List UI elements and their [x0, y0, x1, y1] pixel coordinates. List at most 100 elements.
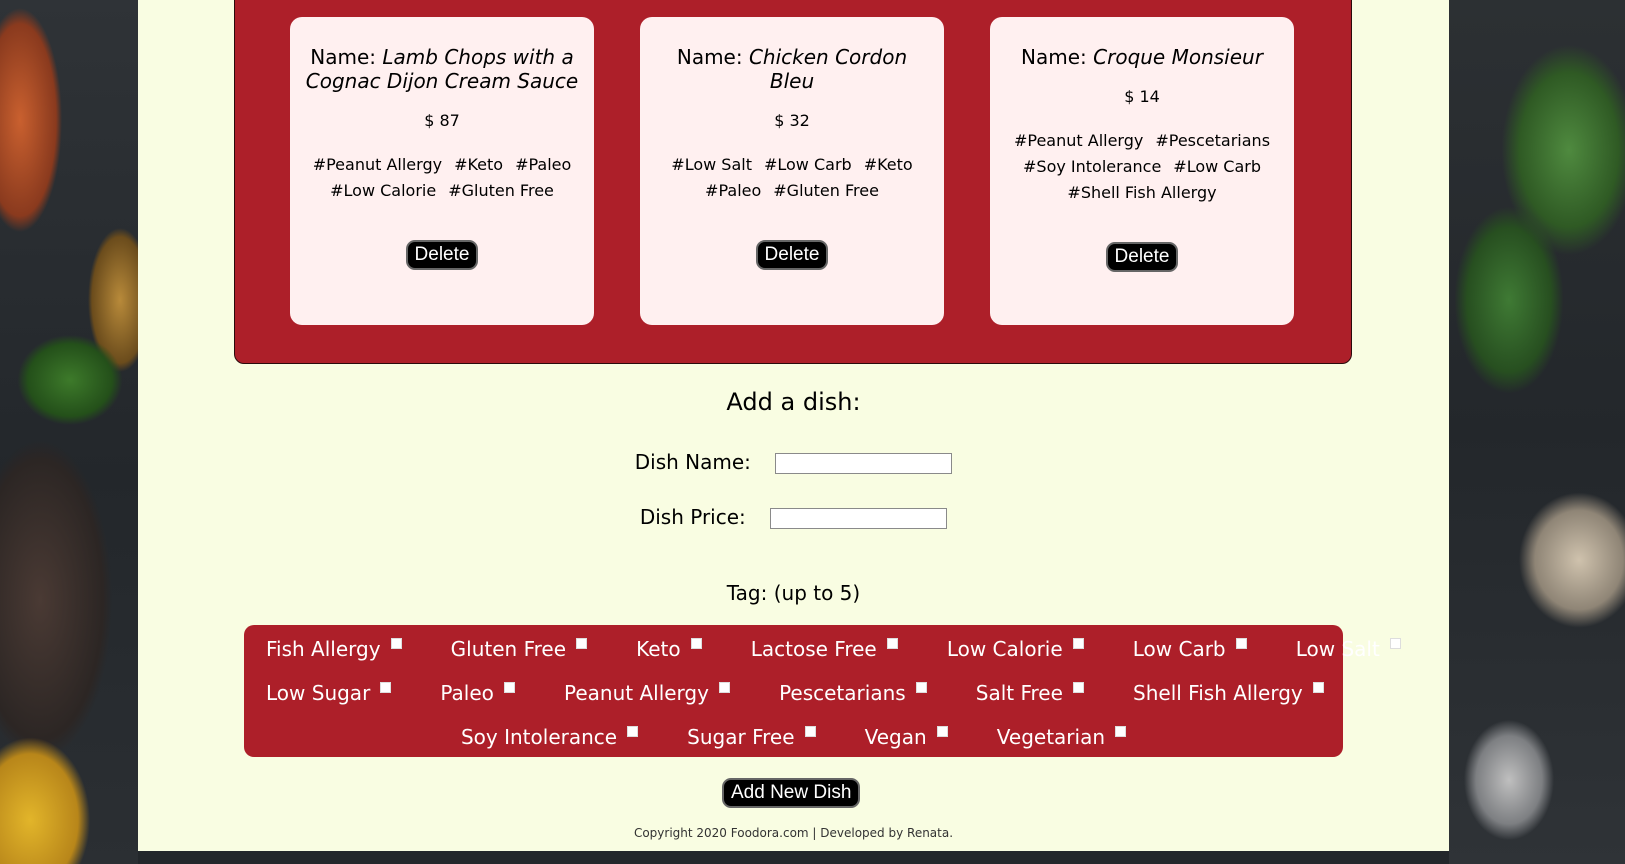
dish-name: Name: Chicken Cordon Bleu [676, 45, 908, 93]
dish-name-value: Chicken Cordon Bleu [748, 45, 908, 93]
tag-option-label: Low Salt [1295, 637, 1380, 661]
tag-checkbox[interactable] [576, 638, 588, 649]
add-dish-title: Add a dish: [726, 388, 861, 416]
tag-option[interactable]: Keto [636, 634, 702, 664]
dish-price: $ 14 [1124, 87, 1160, 106]
dish-price-input[interactable] [770, 508, 948, 529]
tag-options-panel: Fish Allergy Gluten Free Keto Lactose Fr… [244, 625, 1401, 757]
dish-tags: #Peanut Allergy #Keto #Paleo #Low Calorie #G… [290, 152, 594, 204]
dish-tag: #Low Carb [763, 155, 852, 174]
dish-tag: #Peanut Allergy [312, 155, 443, 174]
tag-checkbox[interactable] [690, 638, 702, 649]
tag-label: Tag: (up to 5) [726, 581, 861, 605]
tag-option[interactable]: Low Salt [1296, 634, 1401, 664]
tag-row: Soy Intolerance Sugar Free Vegan Vegetar… [244, 722, 1343, 766]
delete-button[interactable]: Delete [755, 240, 829, 270]
tag-checkbox[interactable] [1072, 682, 1084, 693]
tag-option[interactable]: Shell Fish Allergy [1133, 678, 1324, 708]
add-new-dish-button[interactable]: Add New Dish [722, 778, 861, 808]
tag-option-label: Fish Allergy [266, 637, 381, 661]
tag-option[interactable]: Gluten Free [450, 634, 588, 664]
tag-option[interactable]: Low Carb [1133, 634, 1247, 664]
tag-option-label: Vegan [864, 725, 927, 749]
dish-list-panel: Name: Lamb Chops with a Cognac Dijon Cre… [234, 0, 1352, 364]
dish-name-row: Dish Name: [138, 450, 1449, 474]
dish-tag: #Peanut Allergy [1013, 131, 1144, 150]
tag-checkbox[interactable] [1389, 638, 1401, 649]
dish-tag: #Low Carb [1173, 157, 1261, 176]
tag-checkbox[interactable] [936, 726, 948, 737]
tag-checkbox[interactable] [915, 682, 927, 693]
tag-checkbox[interactable] [1072, 638, 1084, 649]
tag-option-label: Shell Fish Allergy [1133, 681, 1303, 705]
dish-name-value: Croque Monsieur [1093, 45, 1263, 69]
tag-checkbox[interactable] [1115, 726, 1127, 737]
tag-option[interactable]: Paleo [440, 678, 515, 708]
dish-tag: #Keto [454, 155, 504, 174]
tag-option[interactable]: Low Sugar [266, 678, 392, 708]
tag-option[interactable]: Soy Intolerance [460, 722, 639, 752]
dish-tag: #Shell Fish Allergy [1067, 183, 1217, 202]
dish-card: Name: Chicken Cordon Bleu $ 32 #Low Salt… [640, 17, 944, 325]
tag-option[interactable]: Fish Allergy [266, 634, 402, 664]
dish-name-input[interactable] [775, 453, 953, 474]
dish-tag: #Keto [863, 155, 913, 174]
tag-option[interactable]: Sugar Free [687, 722, 816, 752]
tag-row: Fish Allergy Gluten Free Keto Lactose Fr… [244, 634, 1401, 678]
tag-option[interactable]: Low Calorie [947, 634, 1084, 664]
tag-option[interactable]: Pescetarians [779, 678, 927, 708]
tag-option-label: Sugar Free [687, 725, 795, 749]
tag-checkbox[interactable] [1235, 638, 1247, 649]
dish-price: $ 32 [774, 111, 810, 130]
tag-row: Low Sugar Paleo Peanut Allergy Pescetari… [244, 678, 1343, 722]
tag-option-label: Gluten Free [450, 637, 567, 661]
dish-tag: #Pescetarians [1155, 131, 1271, 150]
main-page: Name: Lamb Chops with a Cognac Dijon Cre… [138, 0, 1449, 851]
dish-name-label: Dish Name: [634, 450, 751, 474]
dish-card: Name: Lamb Chops with a Cognac Dijon Cre… [290, 17, 594, 325]
dish-tags: #Low Salt #Low Carb #Keto #Paleo #Gluten Fre… [640, 152, 944, 204]
tag-checkbox[interactable] [886, 638, 898, 649]
dish-card: Name: Croque Monsieur $ 14 #Peanut Aller… [990, 17, 1294, 325]
tag-option-label: Soy Intolerance [460, 725, 618, 749]
tag-option-label: Vegetarian [996, 725, 1106, 749]
dish-tag: #Paleo [515, 155, 572, 174]
tag-checkbox[interactable] [380, 682, 392, 693]
tag-option-label: Salt Free [975, 681, 1063, 705]
dish-tag: #Low Calorie [330, 181, 437, 200]
dish-price: $ 87 [424, 111, 460, 130]
tag-option[interactable]: Vegan [865, 722, 948, 752]
background-photo-right [1449, 0, 1625, 864]
delete-button[interactable]: Delete [1105, 242, 1179, 272]
tag-option-label: Low Calorie [946, 637, 1063, 661]
tag-option[interactable]: Peanut Allergy [564, 678, 730, 708]
dish-tag: #Gluten Free [773, 181, 879, 200]
tag-option[interactable]: Lactose Free [751, 634, 898, 664]
tag-option-label: Paleo [440, 681, 494, 705]
tag-option[interactable]: Vegetarian [996, 722, 1127, 752]
tag-checkbox[interactable] [390, 638, 402, 649]
tag-checkbox[interactable] [804, 726, 816, 737]
dish-tag: #Paleo [705, 181, 762, 200]
dish-tag: #Low Salt [671, 155, 752, 174]
tag-checkbox[interactable] [503, 682, 515, 693]
tag-checkbox[interactable] [1312, 682, 1324, 693]
dish-tag: #Soy Intolerance [1023, 157, 1162, 176]
tag-option[interactable]: Salt Free [976, 678, 1084, 708]
dish-name: Name: Croque Monsieur [1021, 45, 1263, 69]
tag-option-label: Peanut Allergy [564, 681, 709, 705]
tag-checkbox[interactable] [718, 682, 730, 693]
tag-option-label: Lactose Free [750, 637, 877, 661]
dish-price-label: Dish Price: [639, 505, 746, 529]
background-photo-left [0, 0, 138, 864]
tag-option-label: Pescetarians [779, 681, 906, 705]
dish-name: Name: Lamb Chops with a Cognac Dijon Cre… [305, 45, 579, 93]
tag-option-label: Low Sugar [266, 681, 371, 705]
dish-tag: #Gluten Free [448, 181, 554, 200]
delete-button[interactable]: Delete [405, 240, 479, 270]
tag-option-label: Low Carb [1132, 637, 1226, 661]
tag-checkbox[interactable] [627, 726, 639, 737]
dish-price-row: Dish Price: [138, 505, 1449, 529]
dish-tags: #Peanut Allergy #Pescetarians #Soy Intoler… [990, 128, 1294, 206]
footer-copyright: Copyright 2020 Foodora.com | Developed b… [633, 826, 954, 840]
